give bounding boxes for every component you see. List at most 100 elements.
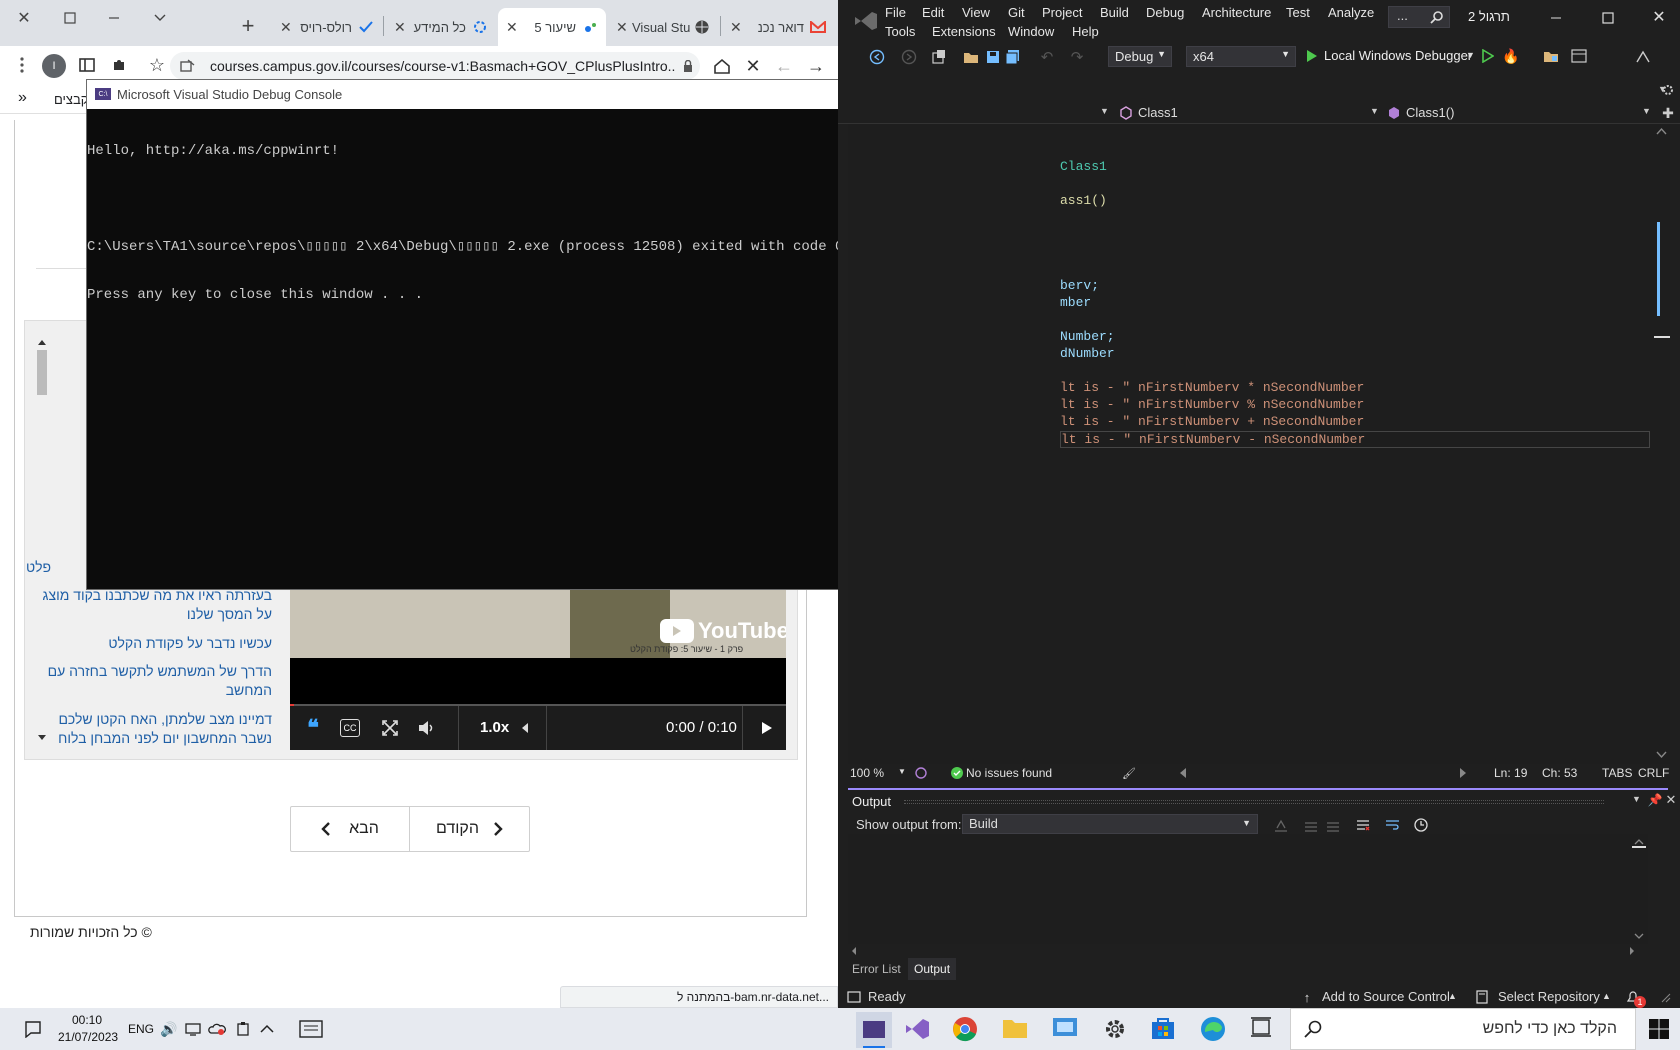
transcript-line[interactable]: בעזרתה ראיו את מה שכתבנו בקוד מוצג על המ… bbox=[42, 586, 272, 624]
add-to-source-control[interactable]: Add to Source Control bbox=[1322, 989, 1450, 1004]
previous-message-icon[interactable] bbox=[1302, 816, 1320, 834]
maximize-icon[interactable] bbox=[60, 8, 80, 28]
volume-icon[interactable]: 🔊 bbox=[160, 1020, 178, 1038]
output-source-dropdown[interactable]: Build ▼ bbox=[962, 814, 1258, 834]
minimize-icon[interactable] bbox=[104, 8, 124, 28]
chevron-down-icon[interactable]: ▼ bbox=[1642, 106, 1651, 116]
taskbar-chrome[interactable] bbox=[952, 1016, 978, 1042]
next-message-icon[interactable] bbox=[1324, 816, 1342, 834]
code-editor[interactable]: Class1 ass1() berv; mber Number; dNumber… bbox=[848, 124, 1670, 764]
stop-loading-icon[interactable]: ✕ bbox=[743, 56, 763, 76]
side-panel-icon[interactable] bbox=[78, 56, 96, 74]
clear-all-icon[interactable] bbox=[1354, 816, 1372, 834]
tab-gmail[interactable]: ✕ דואר נכנ bbox=[722, 8, 834, 46]
line-number[interactable]: Ln: 19 bbox=[1494, 766, 1527, 780]
redo-icon[interactable]: ↷ bbox=[1068, 48, 1086, 66]
scroll-right-icon[interactable] bbox=[1458, 766, 1468, 780]
menu-test[interactable]: Test bbox=[1286, 5, 1310, 20]
quote-icon[interactable]: ❝ bbox=[302, 715, 324, 740]
editor-scrollbar[interactable] bbox=[1653, 124, 1670, 764]
taskbar-settings[interactable] bbox=[1102, 1016, 1128, 1042]
settings-gear-icon[interactable] bbox=[1660, 82, 1676, 98]
closed-captions-button[interactable]: CC bbox=[340, 719, 360, 737]
word-wrap-icon[interactable] bbox=[1384, 816, 1402, 834]
taskbar-file-explorer[interactable] bbox=[1002, 1016, 1028, 1042]
transcript-line[interactable]: דמיינו מצב שלמתן, האח הקטן שלכם נשבר המח… bbox=[42, 710, 272, 748]
tab-error-list[interactable]: Error List bbox=[852, 962, 901, 976]
configuration-dropdown[interactable]: Debug ▼ bbox=[1108, 46, 1172, 67]
profile-avatar[interactable]: I bbox=[42, 54, 66, 78]
close-icon[interactable]: ✕ bbox=[1650, 8, 1668, 26]
save-all-icon[interactable] bbox=[1004, 48, 1022, 66]
taskbar-edge[interactable] bbox=[1200, 1016, 1226, 1042]
transcript-line[interactable]: הדרך של המשתמש לתקשר בחזרה עם המחשב bbox=[42, 662, 272, 700]
tab-output[interactable]: Output bbox=[908, 958, 957, 980]
menu-extensions[interactable]: Extensions bbox=[932, 24, 996, 39]
close-window-icon[interactable]: ✕ bbox=[14, 8, 34, 28]
menu-file[interactable]: File bbox=[885, 5, 906, 20]
chevron-up-icon[interactable]: ▲ bbox=[1448, 991, 1457, 1001]
next-button[interactable]: הבא bbox=[291, 807, 409, 851]
undo-icon[interactable]: ↶ bbox=[1038, 48, 1056, 66]
forward-icon[interactable]: ← bbox=[774, 56, 794, 76]
open-folder-icon[interactable] bbox=[962, 48, 980, 66]
taskbar-visual-studio[interactable] bbox=[904, 1016, 930, 1042]
task-view-icon[interactable] bbox=[1250, 1016, 1276, 1042]
network-icon[interactable] bbox=[184, 1020, 202, 1038]
youtube-logo[interactable]: YouTube bbox=[660, 618, 786, 644]
tab-info[interactable]: ✕ כל המידע bbox=[386, 8, 496, 46]
start-without-debugging-icon[interactable] bbox=[1480, 47, 1496, 65]
menu-build[interactable]: Build bbox=[1100, 5, 1129, 20]
taskbar-store[interactable] bbox=[1150, 1016, 1176, 1042]
volume-icon[interactable] bbox=[416, 718, 438, 738]
meet-icon[interactable] bbox=[234, 1020, 252, 1038]
chevron-down-icon[interactable]: ▼ bbox=[1466, 50, 1475, 60]
extensions-puzzle-icon[interactable] bbox=[110, 56, 128, 74]
back-icon[interactable]: → bbox=[806, 56, 826, 76]
copilot-icon[interactable] bbox=[914, 766, 928, 780]
clock-time[interactable]: 00:10 bbox=[72, 1013, 102, 1027]
taskbar-control-panel[interactable] bbox=[1052, 1016, 1078, 1042]
tab-rolls[interactable]: ✕ רולס-רויס bbox=[272, 8, 382, 46]
close-icon[interactable]: ✕ bbox=[730, 19, 746, 36]
menu-edit[interactable]: Edit bbox=[922, 5, 944, 20]
find-message-icon[interactable] bbox=[1272, 816, 1290, 834]
tab-search-icon[interactable] bbox=[150, 8, 170, 28]
chevron-down-icon[interactable]: ▼ bbox=[898, 767, 906, 776]
pin-icon[interactable]: 📌 bbox=[1648, 792, 1663, 808]
fullscreen-icon[interactable] bbox=[380, 718, 400, 738]
zoom-level[interactable]: 100 % bbox=[850, 766, 884, 780]
menu-project[interactable]: Project bbox=[1042, 5, 1082, 20]
speed-left-icon[interactable] bbox=[520, 722, 530, 734]
start-button[interactable] bbox=[1648, 1018, 1672, 1042]
menu-analyze[interactable]: Analyze bbox=[1328, 5, 1374, 20]
column-number[interactable]: Ch: 53 bbox=[1542, 766, 1577, 780]
bookmark-folder[interactable]: קבצים bbox=[54, 92, 88, 107]
menu-help[interactable]: Help bbox=[1072, 24, 1099, 39]
debugger-button[interactable]: Local Windows Debugger bbox=[1324, 48, 1472, 63]
home-icon[interactable] bbox=[712, 56, 732, 76]
hot-reload-icon[interactable]: 🔥 bbox=[1502, 47, 1520, 65]
tab-visual-studio[interactable]: ✕ Visual Stu bbox=[608, 8, 718, 46]
output-scrollbar[interactable] bbox=[1630, 834, 1648, 944]
chevron-down-icon[interactable]: ▼ bbox=[1100, 106, 1109, 116]
resize-grip-icon[interactable] bbox=[1660, 992, 1672, 1004]
playback-speed[interactable]: 1.0x bbox=[480, 719, 509, 736]
solution-explorer-icon[interactable] bbox=[1542, 47, 1560, 65]
taskbar-search-box[interactable]: הקלד כאן כדי לחפש bbox=[1290, 1008, 1636, 1050]
scroll-left-icon[interactable] bbox=[1178, 766, 1188, 780]
platform-dropdown[interactable]: x64 ▼ bbox=[1186, 46, 1296, 67]
close-icon[interactable]: ✕ bbox=[506, 19, 522, 36]
issues-status[interactable]: No issues found bbox=[966, 766, 1052, 780]
output-h-scrollbar[interactable] bbox=[848, 946, 1638, 956]
close-icon[interactable]: ✕ bbox=[1664, 792, 1678, 808]
video-thumbnail[interactable]: YouTube פרק 1 - שיעור 5: פקודת הקלט bbox=[290, 590, 786, 658]
select-repository[interactable]: Select Repository bbox=[1498, 989, 1600, 1004]
close-icon[interactable]: ✕ bbox=[616, 19, 632, 36]
menu-architecture[interactable]: Architecture bbox=[1202, 5, 1271, 20]
menu-git[interactable]: Git bbox=[1008, 5, 1025, 20]
chevron-up-icon[interactable]: ▲ bbox=[1602, 991, 1611, 1001]
transcript-line[interactable]: פלט bbox=[26, 558, 86, 577]
input-language[interactable]: ENG bbox=[128, 1022, 154, 1036]
navigate-forward-icon[interactable] bbox=[900, 48, 918, 66]
